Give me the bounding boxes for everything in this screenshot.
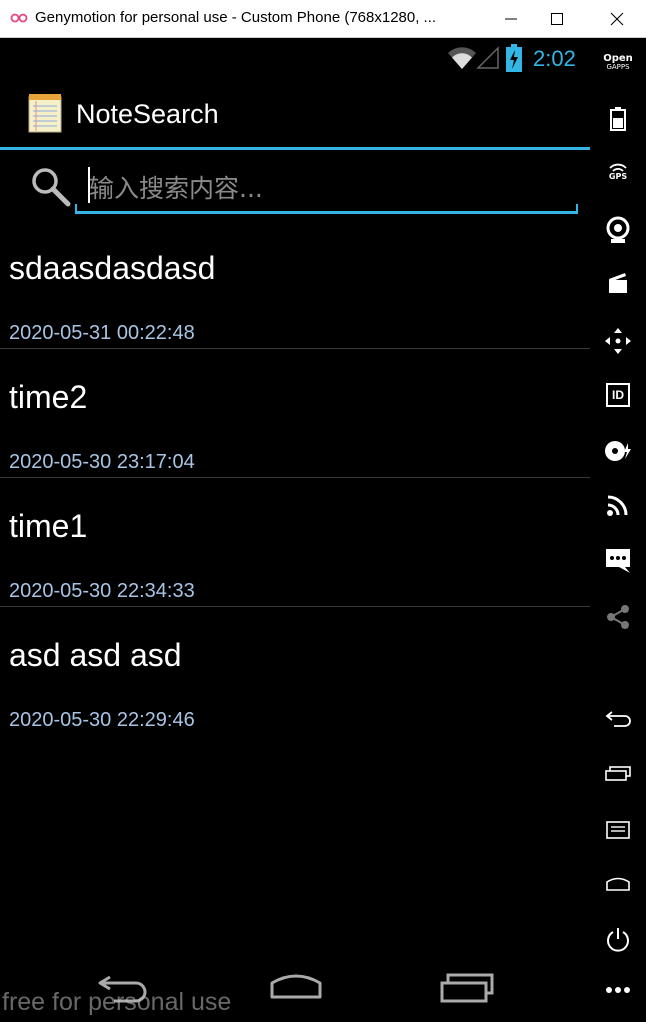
minimize-button[interactable] [488,0,534,38]
note-list: sdaasdasdasd 2020-05-31 00:22:48 time2 2… [0,220,590,736]
note-list-item[interactable]: sdaasdasdasd 2020-05-31 00:22:48 [0,220,590,349]
note-title: asd asd asd [9,637,182,673]
open-gapps-sublabel: GAPPS [606,63,630,71]
more-options-button[interactable] [590,986,646,994]
share-icon [607,605,629,629]
toolbar-back-button[interactable] [590,710,646,728]
disk-io-widget-button[interactable] [590,440,646,462]
note-title: sdaasdasdasd [9,250,216,286]
search-underline [75,211,578,214]
sms-widget-button[interactable] [590,548,646,574]
battery-icon [610,107,626,131]
webcam-widget-button[interactable] [590,216,646,244]
battery-widget-button[interactable] [590,107,646,131]
home-icon [606,877,630,891]
webcam-icon [606,216,630,243]
maximize-button[interactable] [534,0,580,38]
power-icon [607,928,629,952]
search-underline-left-tick [75,204,77,213]
dpad-icon [605,328,631,354]
power-button[interactable] [590,926,646,952]
nav-recent-apps-button[interactable] [438,969,498,1005]
notepad-app-icon [28,94,62,133]
note-list-item[interactable]: asd asd asd 2020-05-30 22:29:46 [0,607,590,736]
search-icon [32,168,71,207]
text-cursor [88,167,90,203]
note-list-item[interactable]: time2 2020-05-30 23:17:04 [0,349,590,478]
status-clock: 2:02 [533,46,576,71]
recent-apps-icon [440,973,494,1003]
note-date: 2020-05-30 23:17:04 [9,451,195,473]
back-icon [605,711,631,727]
note-title: time2 [9,379,88,415]
close-icon [610,12,624,26]
app-title: NoteSearch [76,99,219,129]
identifiers-widget-button[interactable]: ID [590,383,646,407]
recent-apps-icon [605,766,631,781]
note-date: 2020-05-31 00:22:48 [9,322,195,344]
wifi-icon [448,47,476,69]
note-list-item[interactable]: time1 2020-05-30 22:34:33 [0,478,590,607]
toolbar-home-button[interactable] [590,875,646,893]
genymotion-logo-icon [10,13,28,23]
clapperboard-icon [609,273,627,293]
search-input[interactable] [76,161,578,215]
device-screen: 2:02 NoteSearch sdaasdasdasd 2020-05-31 … [0,39,590,1022]
gps-widget-button[interactable]: GPS [590,163,646,181]
cast-widget-button[interactable] [590,494,646,516]
toolbar-recent-apps-button[interactable] [590,765,646,783]
cast-icon [607,495,628,516]
note-title: time1 [9,508,88,544]
window-titlebar: Genymotion for personal use - Custom Pho… [0,0,646,38]
note-date: 2020-05-30 22:29:46 [9,709,195,731]
identifiers-icon: ID [606,383,630,407]
close-button[interactable] [590,0,636,38]
gps-label: GPS [608,172,628,181]
signal-icon [476,46,499,69]
dpad-widget-button[interactable] [590,327,646,355]
watermark: free for personal use [2,988,232,1016]
actionbar-divider [0,147,590,150]
share-widget-button[interactable] [590,604,646,630]
window-title: Genymotion for personal use - Custom Pho… [35,9,437,26]
open-gapps-button[interactable]: Open GAPPS [590,54,646,71]
menu-icon [606,821,630,839]
maximize-icon [551,13,563,25]
minimize-icon [505,18,517,20]
more-icon [606,987,630,993]
note-date: 2020-05-30 22:34:33 [9,580,195,602]
toolbar-menu-button[interactable] [590,820,646,840]
status-bar: 2:02 [0,39,590,79]
home-icon [270,974,322,999]
battery-charging-icon [506,44,522,72]
nav-home-button[interactable] [266,969,326,1005]
sms-icon [606,549,630,573]
search-underline-right-tick [576,204,578,213]
disk-io-icon [605,441,631,461]
media-widget-button[interactable] [590,272,646,294]
